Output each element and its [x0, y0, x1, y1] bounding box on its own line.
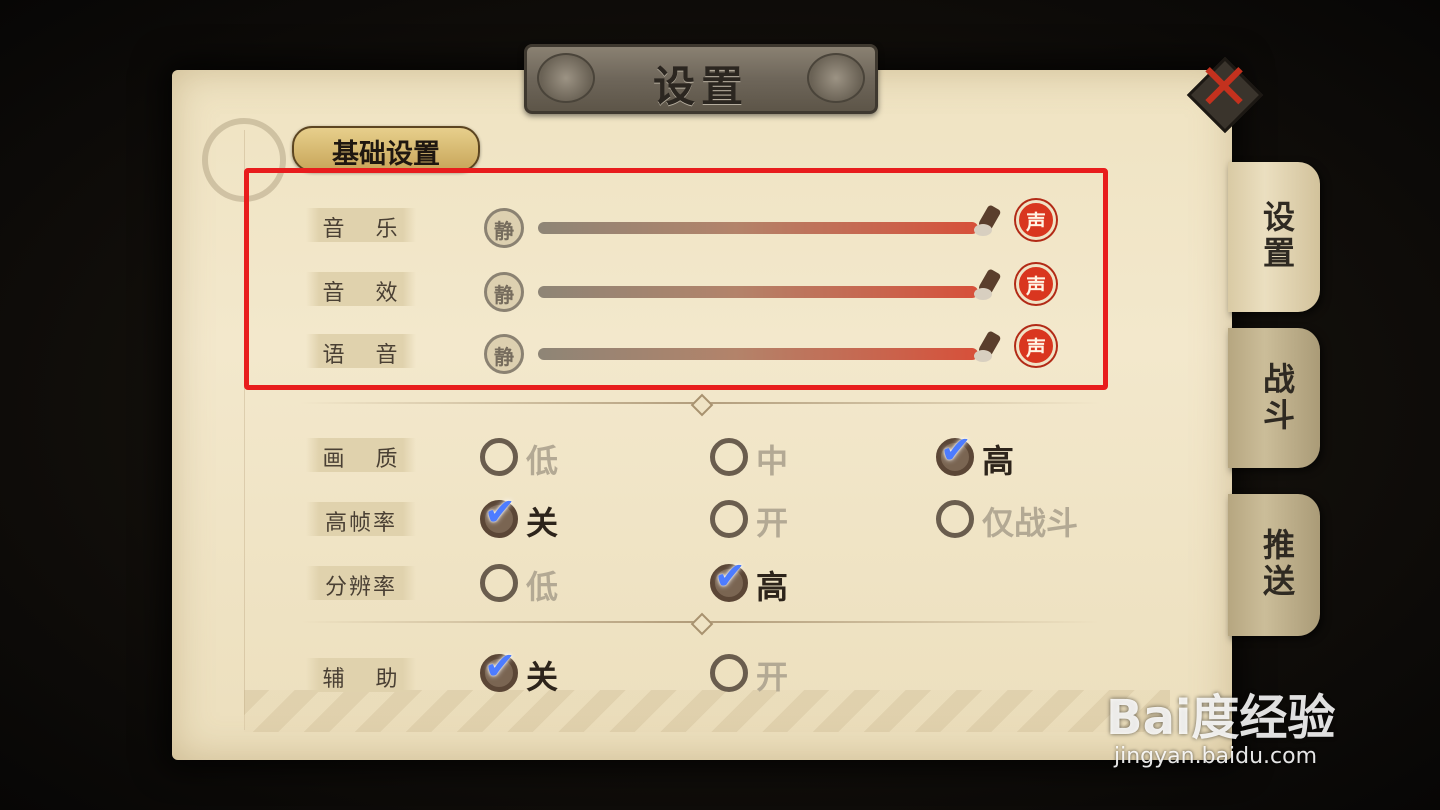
option-label: 高: [756, 568, 789, 606]
assist-label: 辅 助: [306, 658, 416, 692]
high-fps-label-text: 高帧率: [324, 511, 397, 536]
high-fps-option[interactable]: 开: [710, 498, 880, 542]
tab-push[interactable]: 推送: [1228, 494, 1320, 636]
divider-audio: [300, 393, 1100, 417]
high-fps-option[interactable]: 仅战斗: [936, 498, 1106, 542]
radio-unchecked-icon: [936, 500, 974, 538]
resolution-label-text: 分辨率: [324, 575, 397, 600]
checkmark-icon: ✔: [714, 554, 746, 598]
close-x-icon: ✕: [1197, 51, 1251, 125]
checkmark-icon: ✔: [940, 428, 972, 472]
tab-push-label: 推送: [1258, 528, 1296, 600]
checkmark-icon: ✔: [484, 490, 516, 534]
high-fps-option[interactable]: ✔ 关: [480, 492, 650, 542]
highlight-box: [244, 168, 1108, 390]
watermark-url: jingyan.baidu.com: [1114, 744, 1318, 769]
tab-battle[interactable]: 战斗: [1228, 328, 1320, 468]
radio-unchecked-icon: [710, 500, 748, 538]
assist-label-text: 辅 助: [322, 667, 410, 692]
radio-unchecked-icon: [710, 654, 748, 692]
option-label: 开: [756, 504, 789, 542]
high-fps-label: 高帧率: [306, 502, 416, 536]
checkmark-icon: ✔: [484, 644, 516, 688]
quality-option[interactable]: ✔ 高: [936, 430, 1106, 480]
quality-option[interactable]: 低: [480, 436, 650, 480]
quality-label: 画 质: [306, 438, 416, 472]
option-label: 关: [526, 504, 559, 542]
assist-option[interactable]: 开: [710, 652, 880, 696]
radio-unchecked-icon: [710, 438, 748, 476]
section-title-text: 基础设置: [332, 139, 440, 170]
tab-battle-label: 战斗: [1258, 362, 1296, 434]
option-label: 开: [756, 658, 789, 696]
radio-unchecked-icon: [480, 438, 518, 476]
tab-settings[interactable]: 设置: [1228, 162, 1320, 312]
option-label: 低: [526, 442, 559, 480]
quality-option[interactable]: 中: [710, 436, 880, 480]
radio-unchecked-icon: [480, 564, 518, 602]
option-label: 仅战斗: [982, 504, 1079, 542]
panel-bottom-decoration: [244, 690, 1170, 732]
option-label: 中: [756, 442, 789, 480]
watermark-brand: Bai度经验: [1106, 690, 1336, 746]
close-button[interactable]: ✕: [1186, 56, 1264, 134]
resolution-option[interactable]: 低: [480, 562, 650, 606]
assist-option[interactable]: ✔ 关: [480, 646, 650, 696]
divider-graphics: [300, 612, 1100, 636]
baidu-watermark: Bai度经验 jingyan.baidu.com: [1100, 660, 1430, 780]
option-label: 高: [982, 442, 1015, 480]
option-label: 低: [526, 568, 559, 606]
header-plaque: 设置: [524, 44, 878, 114]
section-title: 基础设置: [292, 126, 480, 172]
resolution-option[interactable]: ✔ 高: [710, 556, 880, 606]
tab-settings-label: 设置: [1258, 200, 1296, 272]
quality-label-text: 画 质: [322, 447, 410, 472]
page-title: 设置: [652, 62, 749, 111]
resolution-label: 分辨率: [306, 566, 416, 600]
option-label: 关: [526, 658, 559, 696]
